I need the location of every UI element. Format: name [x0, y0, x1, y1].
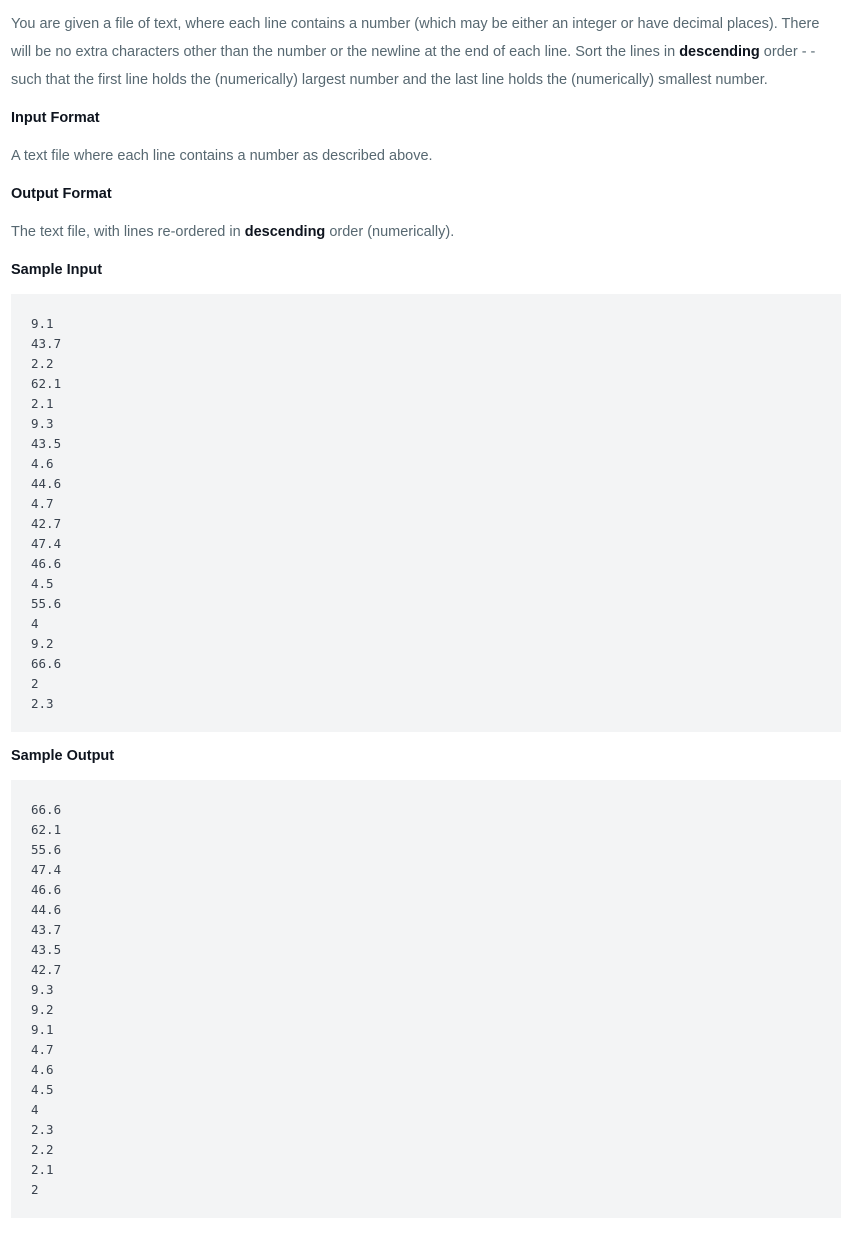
sample-output-code: 66.6 62.1 55.6 47.4 46.6 44.6 43.7 43.5 42.7 9.3 9… — [11, 780, 841, 1218]
intro-paragraph: You are given a file of text, where each… — [11, 10, 841, 94]
sample-input-heading: Sample Input — [11, 262, 103, 278]
code-line: 2.2 — [31, 356, 54, 371]
code-line: 9.2 — [31, 636, 54, 651]
code-line: 4.7 — [31, 496, 54, 511]
code-line: 62.1 — [31, 376, 62, 391]
sample-output-heading: Sample Output — [11, 748, 115, 764]
code-line: 47.4 — [31, 862, 62, 877]
code-line: 4.7 — [31, 1042, 54, 1057]
code-line: 2.3 — [31, 1122, 54, 1137]
code-line: 43.5 — [31, 436, 62, 451]
code-line: 47.4 — [31, 536, 62, 551]
code-line: 2.3 — [31, 696, 54, 711]
code-line: 2 — [31, 1182, 39, 1197]
code-line: 43.5 — [31, 942, 62, 957]
sample-input-code: 9.1 43.7 2.2 62.1 2.1 9.3 43.5 4.6 44.6 4.7 42.7 47… — [11, 294, 841, 732]
code-line: 66.6 — [31, 656, 62, 671]
code-line: 9.1 — [31, 1022, 54, 1037]
code-line: 4.5 — [31, 1082, 54, 1097]
problem-statement: You are given a file of text, where each… — [0, 0, 854, 1218]
code-line: 55.6 — [31, 596, 62, 611]
output-format-heading: Output Format — [11, 186, 112, 202]
code-line: 62.1 — [31, 822, 62, 837]
output-format-text-end: order (numerically). — [325, 224, 455, 240]
code-line: 44.6 — [31, 902, 62, 917]
code-line: 9.2 — [31, 1002, 54, 1017]
code-line: 2.2 — [31, 1142, 54, 1157]
code-line: 4 — [31, 1102, 39, 1117]
code-line: 42.7 — [31, 516, 62, 531]
output-format-text-start: The text file, with lines re-ordered in — [11, 224, 245, 240]
code-line: 2 — [31, 676, 39, 691]
code-line: 9.3 — [31, 416, 54, 431]
code-line: 46.6 — [31, 882, 62, 897]
code-line: 4.5 — [31, 576, 54, 591]
output-format-emphasis: descending — [244, 224, 326, 240]
code-line: 44.6 — [31, 476, 62, 491]
output-format-text: The text file, with lines re-ordered in … — [11, 218, 841, 246]
code-line: 4.6 — [31, 456, 54, 471]
code-line: 9.1 — [31, 316, 54, 331]
code-line: 46.6 — [31, 556, 62, 571]
code-line: 9.3 — [31, 982, 54, 997]
code-line: 66.6 — [31, 802, 62, 817]
code-line: 4.6 — [31, 1062, 54, 1077]
code-line: 42.7 — [31, 962, 62, 977]
intro-emphasis: descending — [679, 44, 760, 60]
code-line: 2.1 — [31, 1162, 54, 1177]
code-line: 55.6 — [31, 842, 62, 857]
input-format-text: A text file where each line contains a n… — [11, 148, 433, 164]
code-line: 43.7 — [31, 922, 62, 937]
code-line: 2.1 — [31, 396, 54, 411]
code-line: 4 — [31, 616, 39, 631]
code-line: 43.7 — [31, 336, 62, 351]
input-format-heading: Input Format — [11, 110, 100, 126]
